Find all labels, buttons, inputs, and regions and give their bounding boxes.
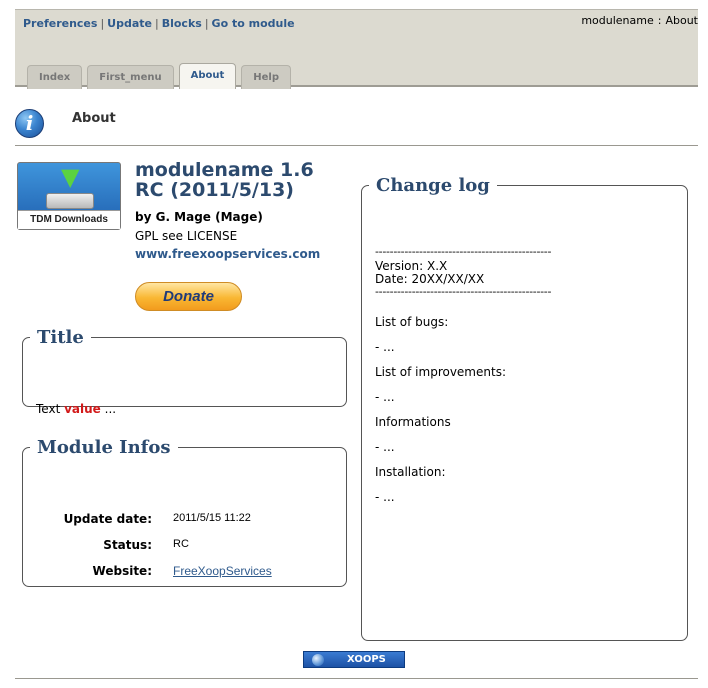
admin-top-links: Preferences | Update | Blocks | Go to module — [23, 17, 295, 30]
changelog-item: - ... — [375, 390, 395, 404]
title-text-prefix: Text — [36, 402, 61, 416]
changelog-separator: ----------------------------------------… — [375, 246, 552, 258]
tab-first-menu[interactable]: First_menu — [87, 65, 174, 89]
module-tabs: Index First_menu About Help — [27, 63, 296, 89]
changelog-item: - ... — [375, 490, 395, 504]
info-website-link[interactable]: FreeXoopServices — [173, 564, 272, 578]
page-title: About — [72, 111, 116, 126]
download-arrow-icon: ▼ — [61, 163, 80, 191]
info-icon: i — [15, 109, 44, 138]
module-website-link[interactable]: www.freexoopservices.com — [135, 247, 320, 261]
xoops-badge-label: XOOPS — [347, 654, 386, 665]
module-author: by G. Mage (Mage) — [135, 210, 263, 224]
footer-divider — [15, 678, 698, 679]
breadcrumb-page: About — [665, 14, 698, 27]
changelog-fieldset: Change log -----------------------------… — [361, 175, 688, 641]
changelog-heading-installation: Installation: — [375, 465, 446, 479]
module-logo: ▼ TDM Downloads — [17, 162, 121, 230]
info-row-website: Website: FreeXoopServices — [23, 564, 348, 584]
module-infos-legend: Module Infos — [37, 437, 171, 458]
tab-help[interactable]: Help — [241, 65, 292, 89]
breadcrumb: modulename: About — [581, 14, 698, 27]
changelog-date: Date: 20XX/XX/XX — [375, 272, 485, 286]
hard-drive-icon — [46, 193, 94, 209]
changelog-legend: Change log — [376, 175, 490, 196]
changelog-body: ----------------------------------------… — [375, 246, 675, 504]
title-text: Text value ... — [36, 402, 116, 416]
changelog-heading-bugs: List of bugs: — [375, 315, 449, 329]
preferences-link[interactable]: Preferences — [23, 17, 97, 30]
tab-about[interactable]: About — [178, 63, 237, 89]
info-key: Status: — [103, 538, 152, 552]
info-value: 2011/5/15 11:22 — [173, 512, 251, 524]
module-name-version: modulename 1.6 RC (2011/5/13) — [135, 159, 314, 201]
title-text-suffix: ... — [104, 402, 117, 416]
info-key: Website: — [92, 564, 152, 578]
info-row-update-date: Update date: 2011/5/15 11:22 — [23, 512, 348, 532]
breadcrumb-separator: : — [657, 14, 662, 27]
tab-index[interactable]: Index — [27, 65, 83, 89]
donate-button[interactable]: Donate — [135, 282, 242, 311]
admin-header-bar: Preferences | Update | Blocks | Go to module m… — [15, 9, 698, 89]
changelog-separator: ----------------------------------------… — [375, 286, 552, 298]
title-text-value: value — [64, 402, 101, 416]
changelog-item: - ... — [375, 440, 395, 454]
info-value: RC — [173, 538, 189, 550]
module-license: GPL see LICENSE — [135, 229, 238, 243]
go-to-module-link[interactable]: Go to module — [212, 17, 295, 30]
changelog-item: - ... — [375, 340, 395, 354]
xoops-footer-badge[interactable]: XOOPS — [303, 651, 405, 668]
title-fieldset: Title Text value ... — [22, 327, 347, 416]
globe-icon — [312, 654, 324, 666]
page-header: i About — [15, 104, 698, 146]
changelog-heading-improvements: List of improvements: — [375, 365, 506, 379]
info-key: Update date: — [63, 512, 152, 526]
info-row-status: Status: RC — [23, 538, 348, 558]
module-infos-fieldset: Module Infos Update date: 2011/5/15 11:2… — [22, 437, 347, 587]
update-link[interactable]: Update — [107, 17, 152, 30]
module-logo-label: TDM Downloads — [18, 210, 120, 229]
blocks-link[interactable]: Blocks — [162, 17, 202, 30]
changelog-heading-informations: Informations — [375, 415, 451, 429]
breadcrumb-module: modulename — [581, 14, 654, 27]
title-legend: Title — [37, 327, 84, 348]
